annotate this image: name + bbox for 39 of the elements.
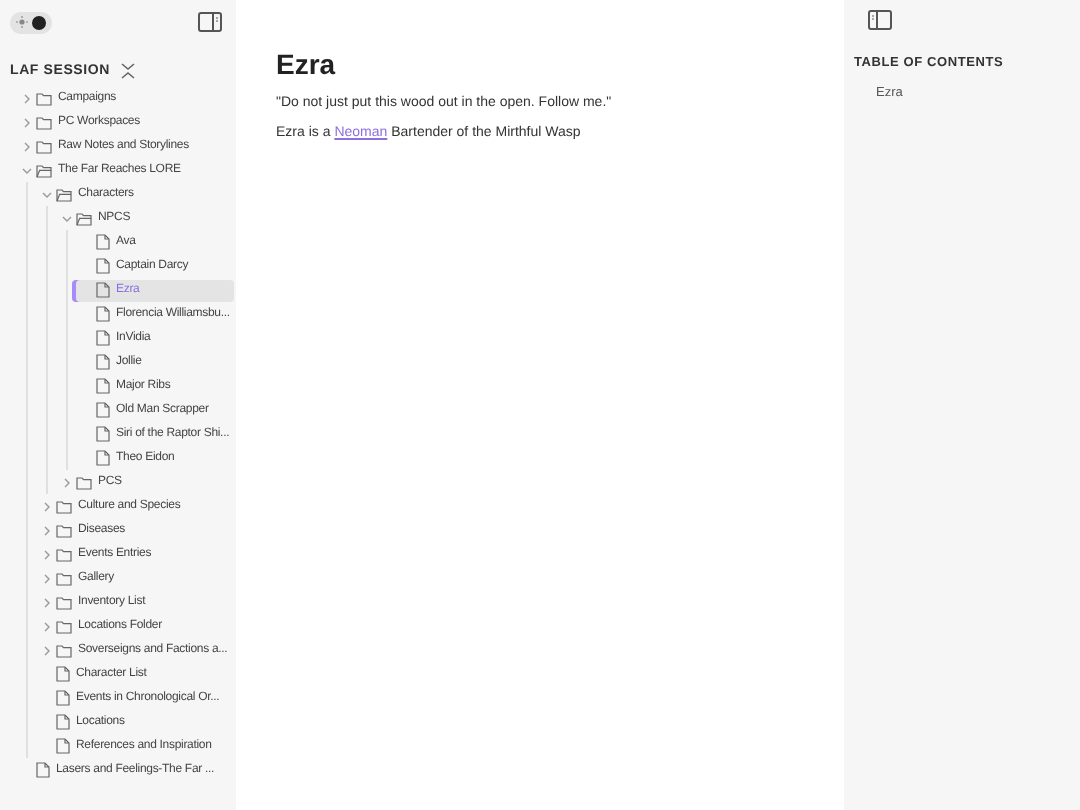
sun-icon — [16, 16, 28, 28]
file-icon — [96, 402, 110, 418]
note-title: Ezra — [276, 48, 338, 80]
file-icon — [96, 234, 110, 250]
file-icon — [96, 258, 110, 274]
sidebar-toggle-icon[interactable] — [198, 12, 222, 32]
file-icon — [96, 306, 110, 322]
open-folder-icon — [56, 187, 72, 201]
chevron-right-icon — [41, 525, 51, 535]
chevron-right-icon — [41, 573, 51, 583]
chevron-right-icon — [21, 93, 31, 103]
file-icon — [56, 666, 70, 682]
file-icon — [96, 426, 110, 442]
file-icon — [96, 330, 110, 346]
open-folder-icon — [36, 163, 52, 177]
chevron-right-icon — [41, 549, 51, 559]
file-icon — [96, 378, 110, 394]
file-icon — [56, 714, 70, 730]
chevron-right-icon — [21, 117, 31, 127]
chevron-right-icon — [41, 621, 51, 631]
chevron-down-icon — [61, 213, 71, 223]
chevron-right-icon — [41, 501, 51, 511]
chevron-right-icon — [41, 597, 51, 607]
chevron-right-icon — [41, 645, 51, 655]
file-icon — [96, 282, 110, 298]
file-icon — [36, 762, 50, 778]
open-folder-icon — [76, 211, 92, 225]
chevron-right-icon — [21, 141, 31, 151]
chevron-down-icon — [21, 165, 31, 175]
file-icon — [96, 354, 110, 370]
collapse-all-icon[interactable] — [119, 61, 136, 79]
chevron-down-icon — [41, 189, 51, 199]
sidebar-toggle-icon[interactable] — [868, 10, 892, 30]
theme-toggle[interactable] — [10, 11, 52, 33]
toggle-knob — [32, 15, 46, 29]
file-icon — [56, 690, 70, 706]
file-icon — [56, 738, 70, 754]
chevron-right-icon — [61, 477, 71, 487]
file-icon — [96, 450, 110, 466]
